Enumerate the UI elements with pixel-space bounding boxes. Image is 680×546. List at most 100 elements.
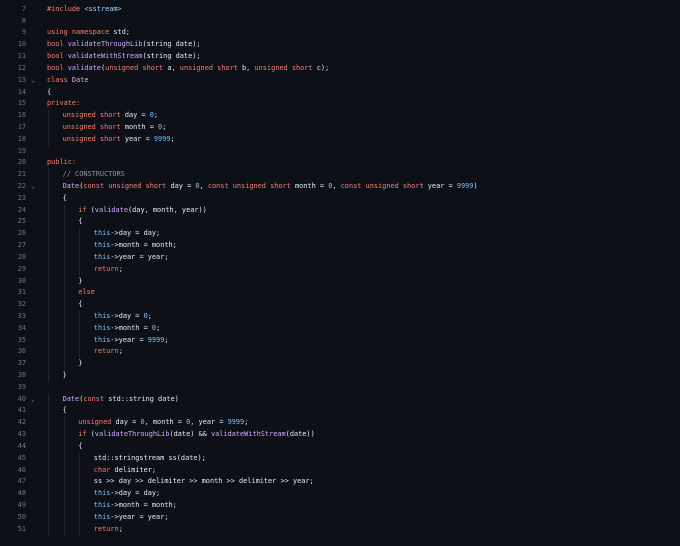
code-line[interactable]: 22 ⌄ Date(const unsigned short day = 0, co… xyxy=(0,181,680,193)
code-line[interactable]: 32 { xyxy=(0,299,680,311)
code-line[interactable]: 25 { xyxy=(0,216,680,229)
code-token: std::stringstream ss(date); xyxy=(93,453,206,462)
indent-guide xyxy=(79,322,81,335)
code-line[interactable]: 7 #include <sstream> xyxy=(0,4,680,16)
code-line[interactable]: 49 this->month = month; xyxy=(0,499,680,512)
line-number: 28 xyxy=(17,252,26,261)
code-line[interactable]: 36 return; xyxy=(0,346,680,359)
code-token: a, xyxy=(167,63,180,72)
line-number: 25 xyxy=(17,217,26,226)
code-line[interactable]: 27 this->month = month; xyxy=(0,240,680,252)
code-line[interactable]: 20 public: xyxy=(0,157,680,169)
code-token: (day, month, year)) xyxy=(128,205,207,214)
code-line[interactable]: 47 ss >> day >> delimiter >> month >> del… xyxy=(0,476,680,489)
code-line[interactable]: 15 private: xyxy=(0,98,680,110)
code-line[interactable]: 19 xyxy=(0,146,680,158)
fold-chevron-icon[interactable]: ⌄ xyxy=(31,75,41,87)
indent-guide xyxy=(48,499,49,512)
line-text: if (validate(day, month, year)) xyxy=(78,205,207,217)
fold-chevron-icon[interactable]: ⌄ xyxy=(31,181,41,193)
line-text: this->day = day; xyxy=(94,488,160,500)
code-editor[interactable]: 6#include <iomanip>7#include <sstream>89… xyxy=(0,0,680,546)
code-line[interactable]: 8 xyxy=(0,16,680,28)
code-token: { xyxy=(62,406,67,415)
line-number: 17 xyxy=(17,122,26,131)
code-line[interactable]: 40 ⌄ Date(const std::string date) xyxy=(0,393,680,406)
line-number: 16 xyxy=(17,111,26,120)
line-number: 38 xyxy=(17,371,26,379)
code-area[interactable]: 6#include <iomanip>7#include <sstream>89… xyxy=(0,0,680,536)
indent-guide xyxy=(63,464,65,477)
line-text: { xyxy=(78,441,82,453)
indent-guide xyxy=(48,263,49,276)
line-text: unsigned short month = 0; xyxy=(63,122,167,134)
code-line[interactable]: 14 { xyxy=(0,87,680,99)
code-line[interactable]: 50 this->year = year; xyxy=(0,511,680,524)
line-number: 41 xyxy=(17,406,26,415)
code-token: (date)) xyxy=(285,430,315,439)
code-line[interactable]: 11 bool validateWithStream(string date); xyxy=(0,51,680,63)
code-line[interactable]: 12 bool validate(unsigned short a, unsign… xyxy=(0,63,680,75)
code-line[interactable]: 28 this->year = year; xyxy=(0,251,680,264)
code-line[interactable]: 41 { xyxy=(0,405,680,418)
line-text: std::stringstream ss(date); xyxy=(94,453,206,465)
code-line[interactable]: 39 xyxy=(0,382,680,394)
code-token: validateThroughLib xyxy=(94,430,170,439)
code-token: ->year = year; xyxy=(110,512,169,521)
code-token: ->month = month; xyxy=(110,241,177,250)
code-token: , xyxy=(332,182,341,190)
code-line[interactable]: 42 unsigned day = 0, month = 0, year = 99… xyxy=(0,417,680,430)
code-line[interactable]: 31 else xyxy=(0,287,680,300)
code-token: Date xyxy=(71,75,89,84)
code-line[interactable]: 51 return; xyxy=(0,523,680,536)
code-line[interactable]: 21 // CONSTRUCTORS xyxy=(0,169,680,181)
line-text: { xyxy=(63,193,67,205)
code-line[interactable]: 10 bool validateThroughLib(string date); xyxy=(0,39,680,51)
code-token: ; xyxy=(244,418,249,427)
code-line[interactable]: 44 { xyxy=(0,440,680,453)
code-line[interactable]: 13 ⌄ class Date xyxy=(0,75,680,87)
code-line[interactable]: 9 using namespace std; xyxy=(0,27,680,39)
code-line[interactable]: 48 this->day = day; xyxy=(0,488,680,500)
code-token: day = xyxy=(115,418,141,427)
code-line[interactable]: 16 unsigned short day = 0; xyxy=(0,110,680,122)
code-line[interactable]: 45 std::stringstream ss(date); xyxy=(0,452,680,465)
code-line[interactable]: 23 { xyxy=(0,192,680,205)
code-line[interactable]: 29 return; xyxy=(0,263,680,276)
code-token: ; xyxy=(170,134,175,143)
code-line[interactable]: 38} xyxy=(0,370,680,382)
code-line[interactable]: 35 this->year = 9999; xyxy=(0,334,680,347)
line-text: unsigned short year = 9999; xyxy=(63,134,175,146)
line-number: 21 xyxy=(17,170,26,179)
indent-guide xyxy=(48,275,49,288)
code-line[interactable]: 43 if (validateThroughLib(date) && valida… xyxy=(0,429,680,441)
code-line[interactable]: 18 unsigned short year = 9999; xyxy=(0,133,680,146)
code-line[interactable]: 37} xyxy=(0,358,680,370)
indent-guide xyxy=(63,476,65,489)
line-number: 8 xyxy=(21,16,26,25)
code-line[interactable]: 34 this->month = 0; xyxy=(0,322,680,335)
code-line[interactable]: 26 this->day = day; xyxy=(0,228,680,241)
code-token: { xyxy=(78,300,83,309)
code-line[interactable]: 33 this->day = 0; xyxy=(0,310,680,323)
code-token: Date xyxy=(62,394,80,403)
line-text: #include <sstream> xyxy=(47,4,122,16)
code-line[interactable]: 24 if (validate(day, month, year)) xyxy=(0,204,680,217)
code-line[interactable]: 17 unsigned short month = 0; xyxy=(0,121,680,134)
indent-guide xyxy=(63,358,65,370)
line-text: return; xyxy=(94,264,123,276)
line-text: bool validateWithStream(string date); xyxy=(47,51,201,63)
line-number: 11 xyxy=(17,52,26,61)
code-token: } xyxy=(78,276,83,285)
line-text: unsigned short day = 0; xyxy=(63,110,158,122)
code-token: ; xyxy=(118,347,123,356)
line-text: char delimiter; xyxy=(94,465,156,477)
code-token: } xyxy=(62,371,67,379)
code-token: if xyxy=(78,205,91,214)
fold-chevron-icon[interactable]: ⌄ xyxy=(31,394,41,406)
indent-guide xyxy=(48,464,49,477)
code-line[interactable]: 46 char delimiter; xyxy=(0,464,680,477)
code-line[interactable]: 30} xyxy=(0,275,680,288)
indent-guide xyxy=(63,452,65,465)
indent-guide xyxy=(48,523,49,536)
